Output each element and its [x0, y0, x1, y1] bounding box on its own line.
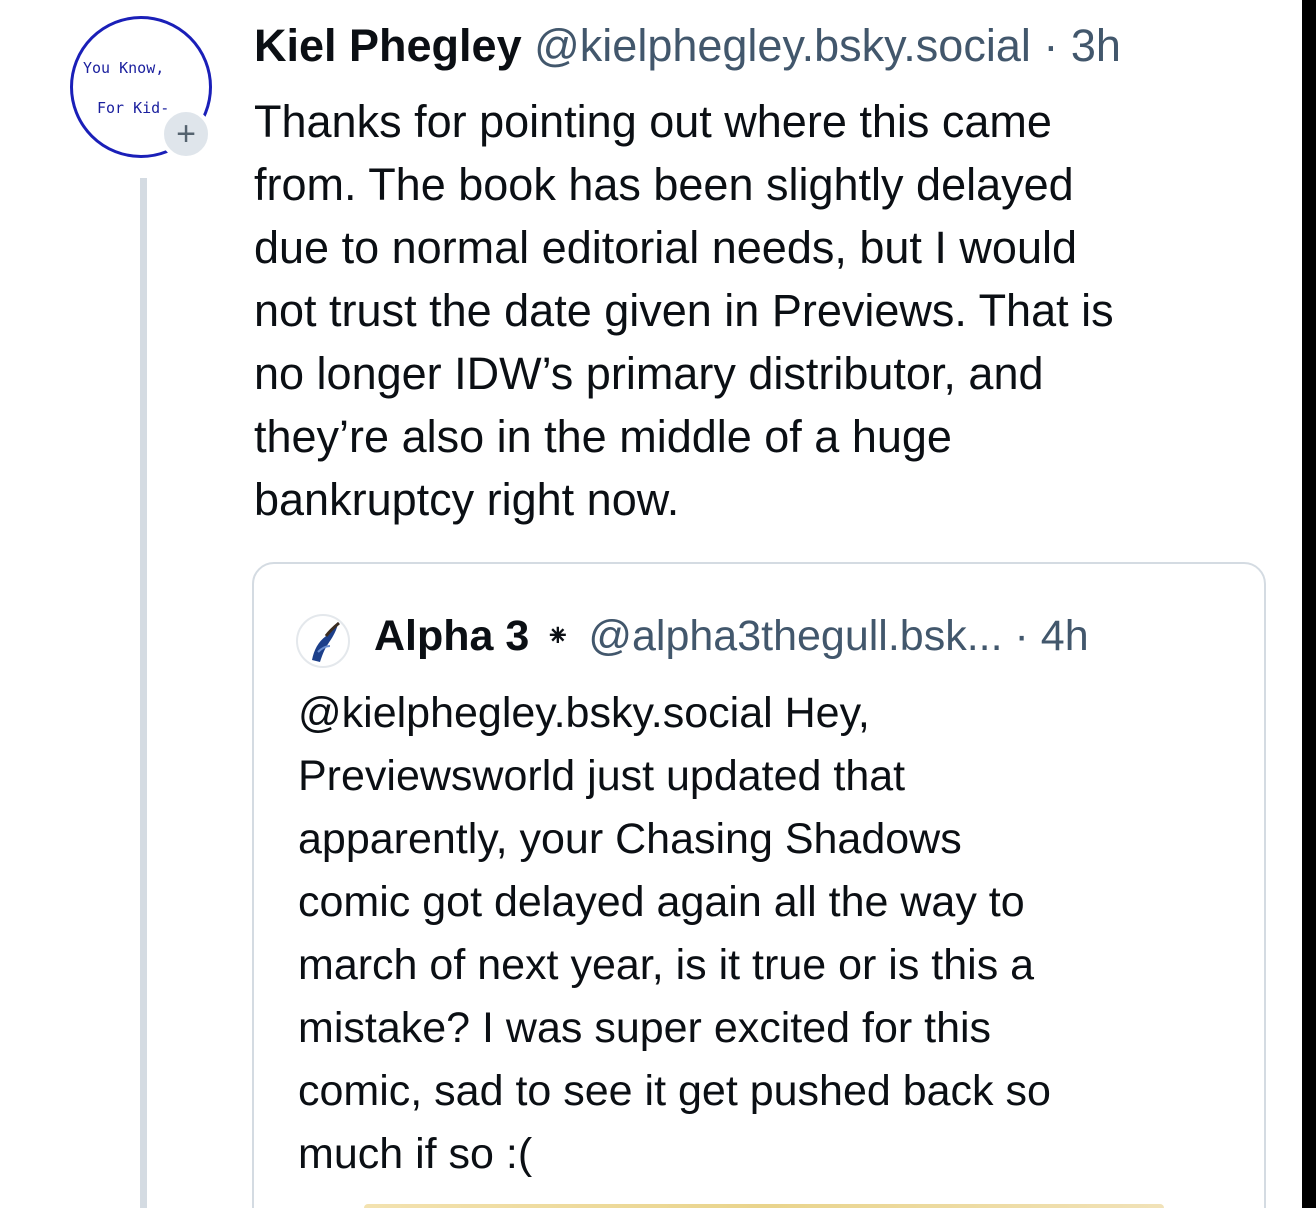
quote-author-badge-icon: ⁕: [545, 620, 571, 653]
post-header: Kiel Phegley @kielphegley.bsky.social · …: [254, 18, 1121, 74]
gull-avatar-icon[interactable]: [296, 614, 350, 668]
author-name[interactable]: Kiel Phegley: [254, 20, 522, 71]
quote-header-separator: ·: [1002, 612, 1041, 660]
quote-media-preview[interactable]: [364, 1204, 1164, 1208]
author-handle[interactable]: @kielphegley.bsky.social: [534, 20, 1031, 71]
follow-plus-icon[interactable]: +: [160, 108, 212, 160]
quote-header: Alpha 3 ⁕ @alpha3thegull.bsk... · 4h: [374, 608, 1089, 665]
header-separator: ·: [1030, 20, 1071, 71]
quote-author-handle[interactable]: @alpha3thegull.bsk...: [588, 612, 1002, 660]
quote-author-name[interactable]: Alpha 3: [374, 612, 529, 660]
post-text: Thanks for pointing out where this came …: [254, 96, 1114, 525]
quote-text: @kielphegley.bsky.social Hey, Previewswo…: [298, 689, 1051, 1178]
post-thread-view: You Know, For Kid- + Kiel Phegley @kielp…: [0, 0, 1316, 1208]
quote-timestamp[interactable]: 4h: [1041, 612, 1089, 660]
post-timestamp[interactable]: 3h: [1071, 20, 1121, 71]
avatar-text-line1: You Know,: [83, 59, 165, 77]
thread-connector-line: [140, 178, 147, 1208]
screen-edge: [1302, 0, 1316, 1208]
quoted-post-card[interactable]: Alpha 3 ⁕ @alpha3thegull.bsk... · 4h @ki…: [252, 562, 1266, 1208]
